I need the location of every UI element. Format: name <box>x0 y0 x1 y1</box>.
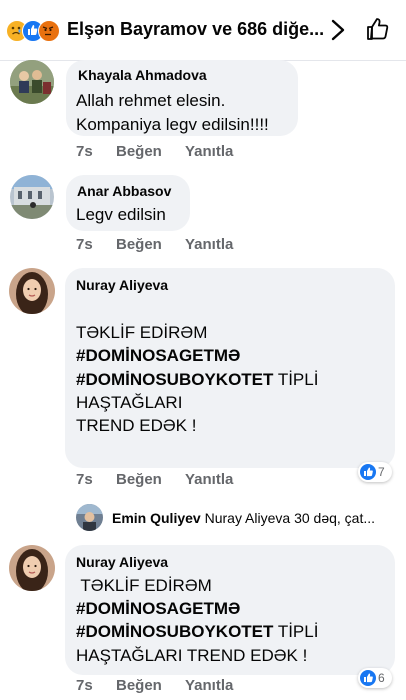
comment-text-line: HAŞTAĞLARI TREND EDƏK ! <box>76 646 308 665</box>
comment-text-line: TƏKLİF EDİRƏM <box>76 323 208 342</box>
reply-preview-text: Nuray Aliyeva 30 dəq, çat... <box>200 510 376 526</box>
comment: Khayala Ahmadova Allah rehmet elesin. Ko… <box>0 60 406 170</box>
like-reaction-icon <box>360 670 376 686</box>
like-reaction-icon <box>360 464 376 480</box>
chevron-right-icon[interactable] <box>329 18 347 42</box>
comment-actions: 7s Beğen Yanıtla <box>76 236 276 256</box>
hashtag-link[interactable]: #DOMİNOSUBOYKOTET <box>76 370 273 389</box>
comment-time: 7s <box>76 471 93 488</box>
reply-author[interactable]: Emin Quliyev <box>112 510 201 526</box>
comment-author[interactable]: Nuray Aliyeva <box>76 277 168 293</box>
like-button[interactable]: Beğen <box>116 143 162 160</box>
reply-button[interactable]: Yanıtla <box>185 143 233 160</box>
hashtag-link[interactable]: #DOMİNOSUBOYKOTET <box>76 622 273 641</box>
comment-author[interactable]: Khayala Ahmadova <box>78 67 207 83</box>
reply-preview[interactable]: Emin Quliyev Nuray Aliyeva 30 dəq, çat..… <box>112 510 375 526</box>
reply-button[interactable]: Yanıtla <box>185 677 233 694</box>
angry-reaction-icon <box>38 20 60 42</box>
like-icon[interactable] <box>365 16 391 42</box>
reaction-count-badge[interactable]: 6 <box>358 668 392 688</box>
comment-text-line: TƏKLİF EDİRƏM <box>76 576 212 595</box>
hashtag-link[interactable]: #DOMİNOSAGETMƏ <box>76 599 240 618</box>
reaction-count-badge[interactable]: 7 <box>358 462 392 482</box>
comment-time: 7s <box>76 677 93 694</box>
comment-actions: 7s Beğen Yanıtla <box>76 677 276 697</box>
comment-hashtag: #DOMİNOSAGETMƏ <box>76 344 240 368</box>
comment-text-line: HAŞTAĞLARI <box>76 393 183 412</box>
like-button[interactable]: Beğen <box>116 677 162 694</box>
like-button[interactable]: Beğen <box>116 236 162 253</box>
comment-text-line: Legv edilsin <box>76 205 166 224</box>
avatar[interactable] <box>10 60 54 104</box>
avatar[interactable] <box>10 175 54 219</box>
reaction-count: 7 <box>378 465 385 479</box>
comment-text-fragment: TİPLİ <box>273 622 319 641</box>
comment-author[interactable]: Nuray Aliyeva <box>76 554 168 570</box>
comment-hashtag: #DOMİNOSAGETMƏ <box>76 597 240 621</box>
comment: Nuray Aliyeva TƏKLİF EDİRƏM #DOMİNOSAGET… <box>0 268 406 538</box>
comment-text-line: Allah rehmet elesin. <box>76 91 226 110</box>
reaction-icons[interactable] <box>6 20 66 42</box>
avatar[interactable] <box>9 545 55 591</box>
comment-actions: 7s Beğen Yanıtla <box>76 143 276 163</box>
like-button[interactable]: Beğen <box>116 471 162 488</box>
comment-hashtag-line: #DOMİNOSUBOYKOTET TİPLİ <box>76 620 318 644</box>
comment-text-fragment: TİPLİ <box>273 370 319 389</box>
hashtag-link[interactable]: #DOMİNOSAGETMƏ <box>76 346 240 365</box>
post-reactions-header: Elşən Bayramov ve 686 diğe... <box>0 0 406 61</box>
comment-time: 7s <box>76 236 93 253</box>
comment: Anar Abbasov Legv edilsin 7s Beğen Yanıt… <box>0 175 406 265</box>
comment-actions: 7s Beğen Yanıtla <box>76 471 276 491</box>
comment-text-line: TREND EDƏK ! <box>76 416 197 435</box>
comment-text-line: Kompaniya legv edilsin!!!! <box>76 115 269 134</box>
comment-hashtag-line: #DOMİNOSUBOYKOTET TİPLİ <box>76 368 318 392</box>
reaction-count: 6 <box>378 671 385 685</box>
avatar[interactable] <box>9 268 55 314</box>
comment: Nuray Aliyeva TƏKLİF EDİRƏM #DOMİNOSAGET… <box>0 545 406 700</box>
reactions-title[interactable]: Elşən Bayramov ve 686 diğe... <box>67 19 324 40</box>
reply-button[interactable]: Yanıtla <box>185 236 233 253</box>
comment-time: 7s <box>76 143 93 160</box>
reply-button[interactable]: Yanıtla <box>185 471 233 488</box>
comment-author[interactable]: Anar Abbasov <box>77 183 171 199</box>
reply-avatar[interactable] <box>76 504 103 531</box>
